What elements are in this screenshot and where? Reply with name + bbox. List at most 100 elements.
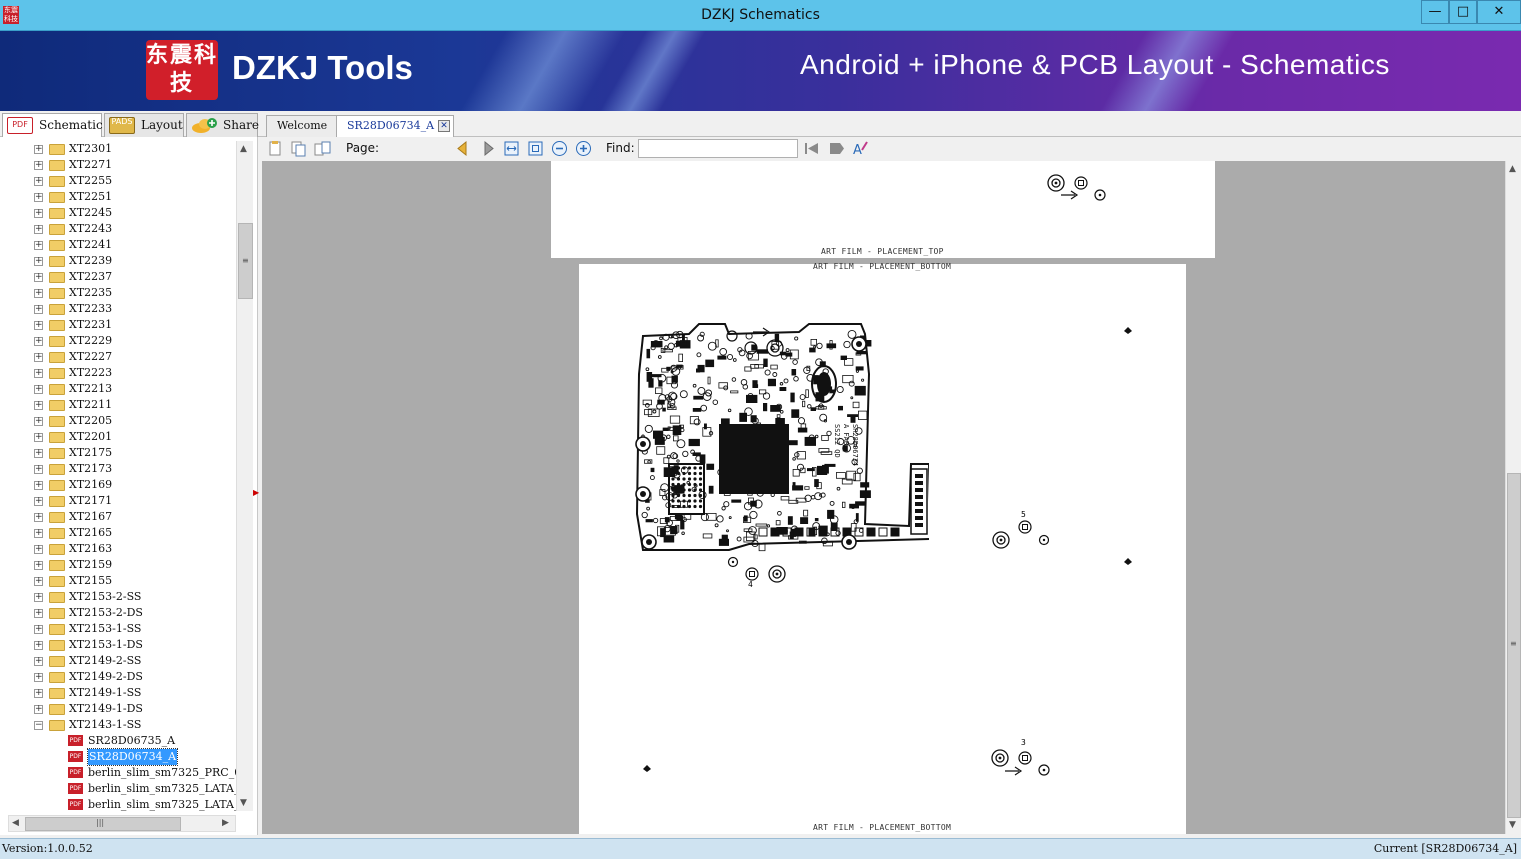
expand-icon[interactable]: + bbox=[34, 529, 43, 538]
find-input[interactable] bbox=[638, 139, 798, 158]
tree-folder-item[interactable]: + XT2241 bbox=[0, 237, 236, 253]
expand-icon[interactable]: + bbox=[34, 641, 43, 650]
tree-hscroll-thumb[interactable]: ||| bbox=[25, 817, 181, 831]
scroll-right-icon[interactable]: ▶ bbox=[222, 818, 229, 828]
expand-icon[interactable]: + bbox=[34, 369, 43, 378]
expand-icon[interactable]: + bbox=[34, 433, 43, 442]
tree-file-item[interactable]: PDF SR28D06735_A bbox=[0, 733, 236, 749]
tree-folder-item[interactable]: + XT2201 bbox=[0, 429, 236, 445]
tree-folder-item[interactable]: + XT2245 bbox=[0, 205, 236, 221]
tree-folder-item[interactable]: + XT2213 bbox=[0, 381, 236, 397]
two-pages-icon[interactable] bbox=[314, 140, 331, 157]
tab-share[interactable]: Share bbox=[186, 113, 259, 137]
highlight-text-icon[interactable]: A bbox=[852, 140, 869, 157]
expand-icon[interactable]: + bbox=[34, 177, 43, 186]
tree-folder-item[interactable]: + XT2205 bbox=[0, 413, 236, 429]
scroll-down-icon[interactable]: ▼ bbox=[240, 798, 247, 808]
tree-folder-item[interactable]: + XT2167 bbox=[0, 509, 236, 525]
expand-icon[interactable]: + bbox=[34, 593, 43, 602]
expand-icon[interactable]: + bbox=[34, 561, 43, 570]
scroll-up-icon[interactable]: ▲ bbox=[240, 144, 247, 154]
expand-icon[interactable]: + bbox=[34, 401, 43, 410]
tree-folder-item[interactable]: + XT2153-2-SS bbox=[0, 589, 236, 605]
expand-icon[interactable]: + bbox=[34, 481, 43, 490]
expand-icon[interactable]: + bbox=[34, 161, 43, 170]
tree-scroll-thumb[interactable]: ≡ bbox=[238, 223, 253, 299]
tree-horizontal-scrollbar[interactable]: ◀ ||| ▶ bbox=[8, 815, 236, 832]
expand-icon[interactable]: + bbox=[34, 209, 43, 218]
expand-icon[interactable]: + bbox=[34, 289, 43, 298]
expand-icon[interactable]: + bbox=[34, 625, 43, 634]
tree-file-item[interactable]: PDF berlin_slim_sm7325_LATA_1 bbox=[0, 781, 236, 797]
tree-folder-item[interactable]: + XT2169 bbox=[0, 477, 236, 493]
expand-icon[interactable]: + bbox=[34, 689, 43, 698]
close-tab-icon[interactable]: ✕ bbox=[438, 120, 451, 132]
expand-icon[interactable]: + bbox=[34, 193, 43, 202]
tree-folder-item[interactable]: + XT2155 bbox=[0, 573, 236, 589]
tree-folder-item[interactable]: + XT2229 bbox=[0, 333, 236, 349]
tree-file-item[interactable]: PDF berlin_slim_sm7325_PRC_05 bbox=[0, 765, 236, 781]
maximize-button[interactable]: □ bbox=[1449, 0, 1477, 24]
expand-icon[interactable]: + bbox=[34, 657, 43, 666]
tree-file-item[interactable]: PDF SR28D06734_A bbox=[0, 748, 236, 766]
expand-icon[interactable]: + bbox=[34, 465, 43, 474]
next-page-icon[interactable] bbox=[480, 140, 497, 157]
fit-width-icon[interactable] bbox=[503, 140, 520, 157]
close-button[interactable]: ✕ bbox=[1477, 0, 1521, 24]
expand-icon[interactable]: + bbox=[34, 609, 43, 618]
tree-folder-item[interactable]: + XT2159 bbox=[0, 557, 236, 573]
tree-folder-item[interactable]: + XT2149-2-SS bbox=[0, 653, 236, 669]
fit-page-icon[interactable] bbox=[527, 140, 544, 157]
tree-folder-item[interactable]: + XT2153-1-DS bbox=[0, 637, 236, 653]
doc-tab-welcome[interactable]: Welcome bbox=[266, 115, 339, 137]
doc-tab-sr28d06734[interactable]: SR28D06734_A ✕ bbox=[336, 115, 455, 138]
previous-page-icon[interactable] bbox=[454, 140, 471, 157]
zoom-out-icon[interactable] bbox=[551, 140, 568, 157]
tree-folder-item[interactable]: + XT2153-1-SS bbox=[0, 621, 236, 637]
tree-folder-item[interactable]: + XT2243 bbox=[0, 221, 236, 237]
expand-icon[interactable]: + bbox=[34, 385, 43, 394]
panel-splitter[interactable]: ▶ bbox=[253, 488, 259, 498]
tree-folder-item[interactable]: + XT2301 bbox=[0, 141, 236, 157]
expand-icon[interactable]: + bbox=[34, 497, 43, 506]
tree-folder-item[interactable]: + XT2175 bbox=[0, 445, 236, 461]
expand-icon[interactable]: + bbox=[34, 417, 43, 426]
expand-icon[interactable]: + bbox=[34, 225, 43, 234]
expand-icon[interactable]: + bbox=[34, 257, 43, 266]
tree-folder-item[interactable]: + XT2211 bbox=[0, 397, 236, 413]
tree-folder-item[interactable]: + XT2233 bbox=[0, 301, 236, 317]
expand-icon[interactable]: + bbox=[34, 321, 43, 330]
tree-folder-item[interactable]: + XT2149-1-DS bbox=[0, 701, 236, 717]
expand-icon[interactable]: + bbox=[34, 545, 43, 554]
tree-folder-item[interactable]: + XT2271 bbox=[0, 157, 236, 173]
tab-layout[interactable]: PADS Layout bbox=[104, 113, 184, 137]
zoom-in-icon[interactable] bbox=[575, 140, 592, 157]
tree-folder-item[interactable]: + XT2251 bbox=[0, 189, 236, 205]
tree-folder-item[interactable]: + XT2163 bbox=[0, 541, 236, 557]
tree-folder-item[interactable]: + XT2235 bbox=[0, 285, 236, 301]
tree-folder-item[interactable]: + XT2149-1-SS bbox=[0, 685, 236, 701]
tree-folder-item[interactable]: + XT2173 bbox=[0, 461, 236, 477]
tree-folder-item[interactable]: + XT2227 bbox=[0, 349, 236, 365]
tree-file-item[interactable]: PDF berlin_slim_sm7325_LATA_1 bbox=[0, 797, 236, 811]
viewer-scroll-thumb[interactable]: ≡ bbox=[1507, 473, 1521, 818]
open-file-icon[interactable] bbox=[267, 140, 284, 157]
expand-icon[interactable]: + bbox=[34, 241, 43, 250]
expand-icon[interactable]: + bbox=[34, 337, 43, 346]
tree-folder-item[interactable]: − XT2143-1-SS bbox=[0, 717, 236, 733]
minimize-button[interactable]: — bbox=[1421, 0, 1449, 24]
tree-folder-item[interactable]: + XT2223 bbox=[0, 365, 236, 381]
find-previous-icon[interactable] bbox=[803, 140, 820, 157]
tree-folder-item[interactable]: + XT2237 bbox=[0, 269, 236, 285]
expand-icon[interactable]: + bbox=[34, 705, 43, 714]
tree-folder-item[interactable]: + XT2239 bbox=[0, 253, 236, 269]
expand-icon[interactable]: + bbox=[34, 145, 43, 154]
expand-icon[interactable]: + bbox=[34, 353, 43, 362]
viewer-vertical-scrollbar[interactable]: ▲ ≡ ▼ bbox=[1505, 161, 1521, 834]
expand-icon[interactable]: + bbox=[34, 449, 43, 458]
viewer-scroll-up-icon[interactable]: ▲ bbox=[1509, 164, 1516, 174]
tab-schematic[interactable]: PDF Schematic bbox=[2, 113, 103, 138]
viewer-scroll-down-icon[interactable]: ▼ bbox=[1509, 820, 1516, 830]
tree-folder-item[interactable]: + XT2171 bbox=[0, 493, 236, 509]
expand-icon[interactable]: + bbox=[34, 577, 43, 586]
